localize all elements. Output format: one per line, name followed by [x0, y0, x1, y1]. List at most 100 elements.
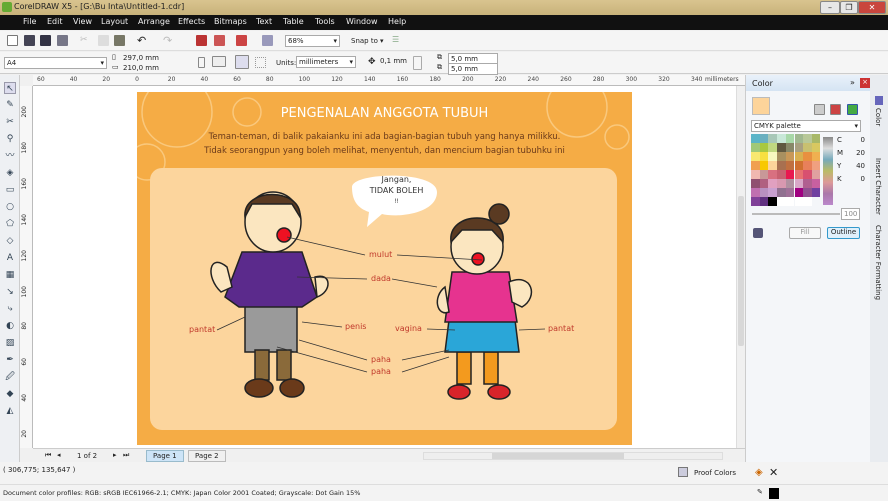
- options-icon[interactable]: ☰: [392, 35, 403, 46]
- minimize-button[interactable]: –: [820, 1, 840, 14]
- polygon-tool-icon[interactable]: ⬠: [4, 218, 16, 230]
- color-swatch[interactable]: [751, 134, 760, 143]
- menu-edit[interactable]: Edit: [47, 17, 63, 26]
- redo-icon[interactable]: ↷: [163, 34, 174, 47]
- fill-tool-icon[interactable]: ◆: [4, 388, 16, 400]
- menu-effects[interactable]: Effects: [178, 17, 205, 26]
- first-page-icon[interactable]: ⏮: [45, 451, 51, 460]
- proof-colors-button[interactable]: Proof Colors: [694, 469, 736, 477]
- color-swatch[interactable]: [803, 188, 812, 197]
- print-icon[interactable]: [57, 35, 68, 46]
- color-swatch[interactable]: [759, 197, 769, 206]
- portrait-icon[interactable]: [198, 57, 205, 68]
- crop-tool-icon[interactable]: ✂: [4, 116, 16, 128]
- color-swatch[interactable]: [768, 179, 777, 188]
- tint-slider[interactable]: [752, 213, 840, 215]
- text-tool-icon[interactable]: A: [4, 252, 16, 264]
- transparency-tool-icon[interactable]: ▨: [4, 337, 16, 349]
- freehand-tool-icon[interactable]: 〰: [4, 150, 16, 162]
- export-icon[interactable]: [214, 35, 225, 46]
- color-swatch[interactable]: [785, 197, 795, 206]
- horizontal-ruler[interactable]: 60 40 20 0 20 40 60 80 100 120 140 160 180 200 220 240 2…: [33, 75, 745, 86]
- interactive-fill-icon[interactable]: ◭: [4, 405, 16, 417]
- color-swatch[interactable]: [751, 143, 760, 152]
- menu-file[interactable]: File: [23, 17, 36, 26]
- palette-grid[interactable]: [751, 134, 821, 206]
- color-viewers-icon[interactable]: [830, 104, 841, 115]
- blend-tool-icon[interactable]: ◐: [4, 320, 16, 332]
- menu-layout[interactable]: Layout: [101, 17, 128, 26]
- color-swatch[interactable]: [785, 179, 795, 188]
- horizontal-scrollbar[interactable]: [423, 452, 723, 460]
- duplicate-y-input[interactable]: 5,0 mm: [448, 63, 498, 75]
- color-swatch[interactable]: [794, 179, 804, 188]
- units-select[interactable]: millimeters ▾: [296, 56, 356, 68]
- color-swatch[interactable]: [785, 188, 795, 197]
- scroll-thumb[interactable]: [738, 196, 744, 346]
- smart-fill-icon[interactable]: ◈: [4, 167, 16, 179]
- vertical-scrollbar[interactable]: [736, 86, 745, 448]
- color-swatch[interactable]: [785, 143, 795, 152]
- color-swatch[interactable]: [803, 197, 812, 206]
- proof-colors-icon[interactable]: [678, 467, 688, 477]
- color-swatch[interactable]: [777, 143, 786, 152]
- color-swatch[interactable]: [751, 170, 760, 179]
- outline-tool-icon[interactable]: 🖉: [4, 371, 16, 383]
- zoom-tool-icon[interactable]: ⚲: [4, 133, 16, 145]
- menu-help[interactable]: Help: [388, 17, 406, 26]
- color-swatch[interactable]: [803, 134, 812, 143]
- color-swatch[interactable]: [759, 152, 769, 161]
- color-swatch[interactable]: [759, 143, 769, 152]
- snap-to-button[interactable]: Snap to: [351, 37, 378, 45]
- color-swatch[interactable]: [759, 188, 769, 197]
- current-page-icon[interactable]: [255, 57, 266, 68]
- color-swatch[interactable]: [768, 152, 777, 161]
- color-swatch[interactable]: [777, 152, 786, 161]
- tint-input[interactable]: 100: [841, 208, 860, 220]
- drawing-canvas[interactable]: PENGENALAN ANGGOTA TUBUH Teman-teman, di…: [33, 86, 736, 448]
- tab-insert-character[interactable]: Insert Character: [874, 158, 882, 215]
- color-swatch[interactable]: [785, 170, 795, 179]
- application-launcher-icon[interactable]: [236, 35, 247, 46]
- color-swatch[interactable]: [811, 134, 821, 143]
- color-swatch[interactable]: [751, 197, 760, 206]
- color-swatch[interactable]: [759, 170, 769, 179]
- color-swatch[interactable]: [777, 170, 786, 179]
- color-swatch[interactable]: [785, 152, 795, 161]
- basic-shapes-icon[interactable]: ◇: [4, 235, 16, 247]
- color-swatch[interactable]: [811, 188, 821, 197]
- color-swatch[interactable]: [777, 134, 786, 143]
- color-swatch[interactable]: [803, 179, 812, 188]
- color-swatch[interactable]: [777, 188, 786, 197]
- color-swatch[interactable]: [777, 179, 786, 188]
- pick-tool-icon[interactable]: ↖: [4, 82, 16, 94]
- chevron-down-icon[interactable]: ▾: [380, 37, 384, 45]
- last-page-icon[interactable]: ⏭: [123, 451, 129, 460]
- color-palettes-icon[interactable]: [847, 104, 858, 115]
- color-swatch[interactable]: [768, 170, 777, 179]
- color-swatch[interactable]: [794, 188, 804, 197]
- color-swatch[interactable]: [794, 170, 804, 179]
- color-swatch[interactable]: [759, 134, 769, 143]
- import-icon[interactable]: [196, 35, 207, 46]
- menu-table[interactable]: Table: [283, 17, 304, 26]
- color-swatch[interactable]: [751, 188, 760, 197]
- color-swatch[interactable]: [811, 152, 821, 161]
- menu-tools[interactable]: Tools: [315, 17, 335, 26]
- color-swatch[interactable]: [777, 197, 786, 206]
- open-icon[interactable]: [24, 35, 35, 46]
- color-swatch[interactable]: [751, 179, 760, 188]
- outline-button[interactable]: Outline: [827, 227, 860, 239]
- color-swatch[interactable]: [768, 161, 777, 170]
- welcome-screen-icon[interactable]: [262, 35, 273, 46]
- color-swatch[interactable]: [777, 161, 786, 170]
- docker-close-icon[interactable]: ×: [860, 78, 870, 88]
- page-height-input[interactable]: 210,0 mm: [121, 63, 171, 75]
- fill-button[interactable]: Fill: [789, 227, 821, 239]
- zoom-level-select[interactable]: 68% ▾: [285, 35, 340, 47]
- nudge-spinner[interactable]: [413, 56, 422, 70]
- color-swatch[interactable]: [794, 152, 804, 161]
- table-tool-icon[interactable]: ▦: [4, 269, 16, 281]
- menu-arrange[interactable]: Arrange: [138, 17, 170, 26]
- color-swatch[interactable]: [794, 143, 804, 152]
